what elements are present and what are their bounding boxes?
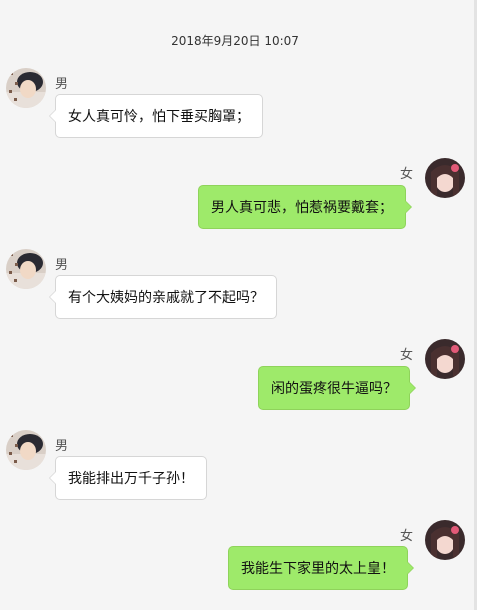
- sender-name: 男: [55, 439, 69, 454]
- sender-name: 男: [55, 258, 69, 273]
- message-bubble[interactable]: 男人真可悲，怕惹祸要戴套；: [198, 185, 412, 229]
- sender-name: 女: [400, 167, 414, 182]
- message-bubble[interactable]: 我能排出万千子孙！: [49, 456, 207, 500]
- sender-name: 女: [400, 529, 414, 544]
- sender-name: 女: [400, 348, 414, 363]
- message-bubble[interactable]: 女人真可怜，怕下垂买胸罩；: [49, 94, 263, 138]
- male-avatar-icon[interactable]: [6, 430, 46, 470]
- message-bubble[interactable]: 闲的蛋疼很牛逼吗？: [258, 366, 416, 410]
- female-avatar-icon[interactable]: [425, 520, 465, 560]
- female-avatar-icon[interactable]: [425, 339, 465, 379]
- male-avatar-icon[interactable]: [6, 249, 46, 289]
- sender-name: 男: [55, 77, 69, 92]
- male-avatar-icon[interactable]: [6, 68, 46, 108]
- female-avatar-icon[interactable]: [425, 158, 465, 198]
- message-bubble[interactable]: 有个大姨妈的亲戚就了不起吗？: [49, 275, 277, 319]
- chat-timestamp: 2018年9月20日 10:07: [171, 34, 299, 48]
- message-bubble[interactable]: 我能生下家里的太上皇！: [228, 546, 414, 590]
